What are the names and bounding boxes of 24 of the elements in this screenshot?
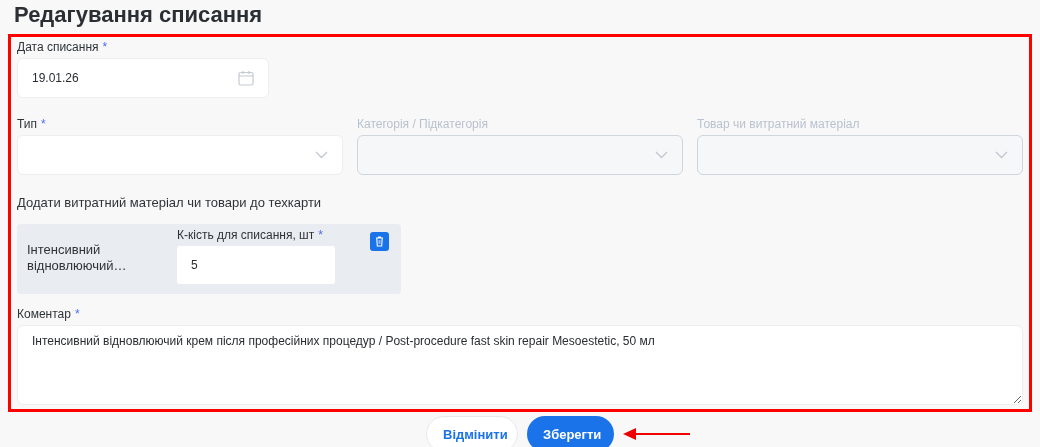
date-field[interactable]: 19.01.26 (17, 58, 269, 98)
select-field[interactable] (17, 135, 343, 175)
quantity-field[interactable]: 5 (177, 246, 335, 284)
trash-icon[interactable] (370, 232, 389, 251)
chevron-down-icon (315, 151, 328, 159)
field-label: К-кість для списання, шт (177, 228, 315, 244)
required-mark: * (102, 40, 108, 54)
calendar-icon (238, 70, 254, 86)
required-mark: * (41, 117, 46, 131)
item-name: Інтенсивний відновлюючий… (27, 241, 128, 274)
save-button[interactable]: Зберегти (527, 416, 614, 447)
comment-field[interactable]: Інтенсивний відновлюючий крем після професійних процедур / Post-procedure fast skin repair Mesoestetic, 50 мл (17, 325, 1023, 405)
field-label: Дата списання (17, 40, 99, 54)
cancel-button[interactable]: Відмінити (426, 416, 518, 447)
field-label: Тип (17, 117, 37, 131)
required-mark: * (74, 307, 80, 321)
field-label: Категорія / Підкатегорія (357, 117, 488, 131)
section-heading: Додати витратний матеріал чи товари до техкарти (17, 195, 323, 211)
page-title: Редагування списання (14, 2, 264, 27)
field-label: Товар чи витратний матеріал (697, 117, 860, 131)
chevron-down-icon (995, 151, 1008, 159)
chevron-down-icon (655, 151, 668, 159)
required-mark: * (318, 228, 323, 244)
field-label: Коментар (17, 307, 71, 321)
